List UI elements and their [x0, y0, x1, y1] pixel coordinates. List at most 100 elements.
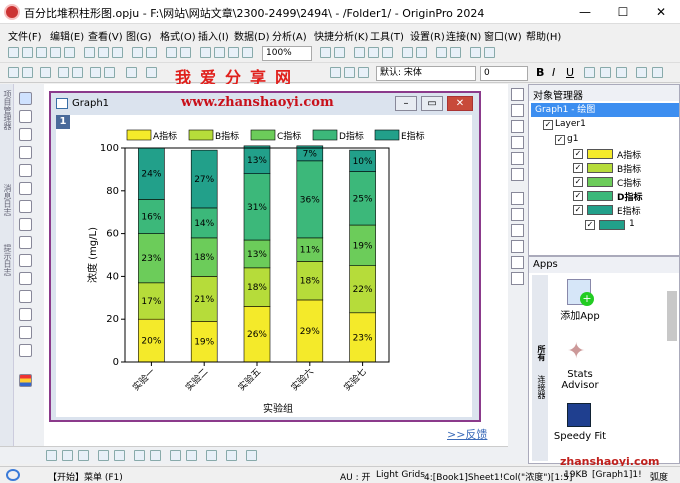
command-window-icon[interactable] — [382, 47, 393, 58]
image-icon[interactable] — [511, 240, 524, 253]
menu-analysis[interactable]: 分析(A) — [272, 28, 307, 43]
zoom-out-icon[interactable] — [334, 47, 345, 58]
om-sub-item[interactable]: 1 — [629, 219, 635, 229]
pointer-tool-icon[interactable] — [19, 92, 32, 105]
pie-plot-icon[interactable] — [114, 450, 125, 461]
plot-d-checkbox[interactable]: ✓ — [573, 191, 583, 201]
bold-button[interactable]: B — [536, 66, 544, 79]
save-template-icon[interactable] — [112, 47, 123, 58]
om-group-node[interactable]: g1 — [567, 134, 578, 144]
add-layer-icon[interactable] — [402, 47, 413, 58]
tab-connectors[interactable]: 连接器 — [535, 375, 547, 399]
copy-page-icon[interactable] — [180, 47, 191, 58]
graph-restore-button[interactable]: ▭ — [421, 96, 443, 111]
stats-advisor-label[interactable]: Stats Advisor — [551, 369, 609, 391]
contour-plot-icon[interactable] — [186, 450, 197, 461]
apps-scrollbar[interactable] — [667, 291, 677, 341]
om-plot-d[interactable]: D指标 — [617, 190, 642, 203]
ungroup-icon[interactable] — [344, 67, 355, 78]
italic-button[interactable]: I — [552, 66, 555, 79]
layer-tool-icon[interactable] — [511, 88, 524, 101]
graph-minimize-button[interactable]: – — [395, 96, 417, 111]
close-button[interactable]: ✕ — [642, 0, 680, 24]
rotate-icon[interactable] — [104, 67, 115, 78]
om-graph-node[interactable]: Graph1 - 绘图 — [531, 103, 679, 117]
increase-font-icon[interactable] — [636, 67, 647, 78]
hand-tool-icon[interactable] — [19, 326, 32, 339]
open-icon[interactable] — [84, 47, 95, 58]
plot-a-checkbox[interactable]: ✓ — [573, 149, 583, 159]
search-icon[interactable] — [6, 469, 20, 481]
plot-c-checkbox[interactable]: ✓ — [573, 177, 583, 187]
area-plot-icon[interactable] — [134, 450, 145, 461]
group-icon[interactable] — [330, 67, 341, 78]
tab-hints-log[interactable]: 提示日志 — [1, 244, 13, 276]
results-log-icon[interactable] — [368, 47, 379, 58]
new-workbook-icon[interactable] — [22, 47, 33, 58]
surface-plot-icon[interactable] — [150, 450, 161, 461]
axis-tool-icon[interactable] — [511, 104, 524, 117]
line-plot-icon[interactable] — [46, 450, 57, 461]
new-notes-icon[interactable] — [64, 47, 75, 58]
speedy-fit-icon[interactable] — [567, 403, 591, 427]
add-app-icon[interactable]: + — [567, 279, 594, 306]
greek-icon[interactable] — [616, 67, 627, 78]
tab-messages-log[interactable]: 消息日志 — [1, 184, 13, 216]
curved-arrow-tool-icon[interactable] — [19, 254, 32, 267]
region-tool-icon[interactable] — [19, 308, 32, 321]
menu-window[interactable]: 窗口(W) — [484, 28, 522, 43]
zoom-combo[interactable]: 100% — [262, 46, 312, 61]
zoom-in-icon[interactable] — [320, 47, 331, 58]
speedy-fit-label[interactable]: Speedy Fit — [551, 431, 609, 442]
sub-checkbox[interactable]: ✓ — [585, 220, 595, 230]
menu-insert[interactable]: 插入(I) — [198, 28, 229, 43]
font-combo[interactable]: 默认: 宋体 — [376, 66, 476, 81]
plot-e-checkbox[interactable]: ✓ — [573, 205, 583, 215]
menu-graph[interactable]: 图(G) — [126, 28, 152, 43]
grid-icon[interactable] — [511, 192, 524, 205]
code-builder-icon[interactable] — [228, 47, 239, 58]
decrease-font-icon[interactable] — [652, 67, 663, 78]
feedback-link[interactable]: >>反馈 — [447, 426, 487, 442]
stats-advisor-icon[interactable]: ✦ — [567, 339, 585, 364]
scale-icon[interactable] — [450, 47, 461, 58]
refresh-icon[interactable] — [200, 47, 211, 58]
date-icon[interactable] — [511, 224, 524, 237]
minimize-button[interactable]: — — [566, 0, 604, 24]
new-project-icon[interactable] — [8, 47, 19, 58]
export-icon[interactable] — [146, 47, 157, 58]
layer-icon[interactable] — [484, 47, 495, 58]
data-reader-icon[interactable] — [436, 47, 447, 58]
plot-b-checkbox[interactable]: ✓ — [573, 163, 583, 173]
graph-close-button[interactable]: ✕ — [447, 96, 473, 111]
multi-panel-icon[interactable] — [246, 450, 257, 461]
om-plot-c[interactable]: C指标 — [617, 176, 641, 189]
menu-settings[interactable]: 设置(R) — [410, 28, 445, 43]
data-selector-tool-icon[interactable] — [19, 182, 32, 195]
menu-view[interactable]: 查看(V) — [88, 28, 123, 43]
arrow-tool-icon[interactable] — [19, 236, 32, 249]
color-palette-icon[interactable] — [19, 374, 32, 387]
menu-help[interactable]: 帮助(H) — [526, 28, 561, 43]
subscript-icon[interactable] — [600, 67, 611, 78]
graph-window-titlebar[interactable]: Graph1 www.zhanshaoyi.com – ▭ ✕ — [51, 93, 479, 115]
font-size-combo[interactable]: 0 — [480, 66, 528, 81]
om-layer-node[interactable]: Layer1 — [555, 119, 586, 129]
menu-data[interactable]: 数据(D) — [234, 28, 270, 43]
scale-tool-icon[interactable] — [19, 128, 32, 141]
new-matrix-icon[interactable] — [50, 47, 61, 58]
table-icon[interactable] — [511, 208, 524, 221]
redo-icon[interactable] — [22, 67, 33, 78]
mask-tool-icon[interactable] — [19, 200, 32, 213]
zoom-tool-icon[interactable] — [19, 110, 32, 123]
group-checkbox[interactable]: ✓ — [555, 135, 565, 145]
undo-icon[interactable] — [8, 67, 19, 78]
om-plot-b[interactable]: B指标 — [617, 162, 641, 175]
maximize-button[interactable]: ☐ — [604, 0, 642, 24]
om-plot-a[interactable]: A指标 — [617, 148, 641, 161]
screen-reader-tool-icon[interactable] — [19, 164, 32, 177]
duplicate-icon[interactable] — [214, 47, 225, 58]
reader-icon[interactable] — [72, 67, 83, 78]
statistics-plot-icon[interactable] — [170, 450, 181, 461]
info-icon[interactable] — [511, 272, 524, 285]
